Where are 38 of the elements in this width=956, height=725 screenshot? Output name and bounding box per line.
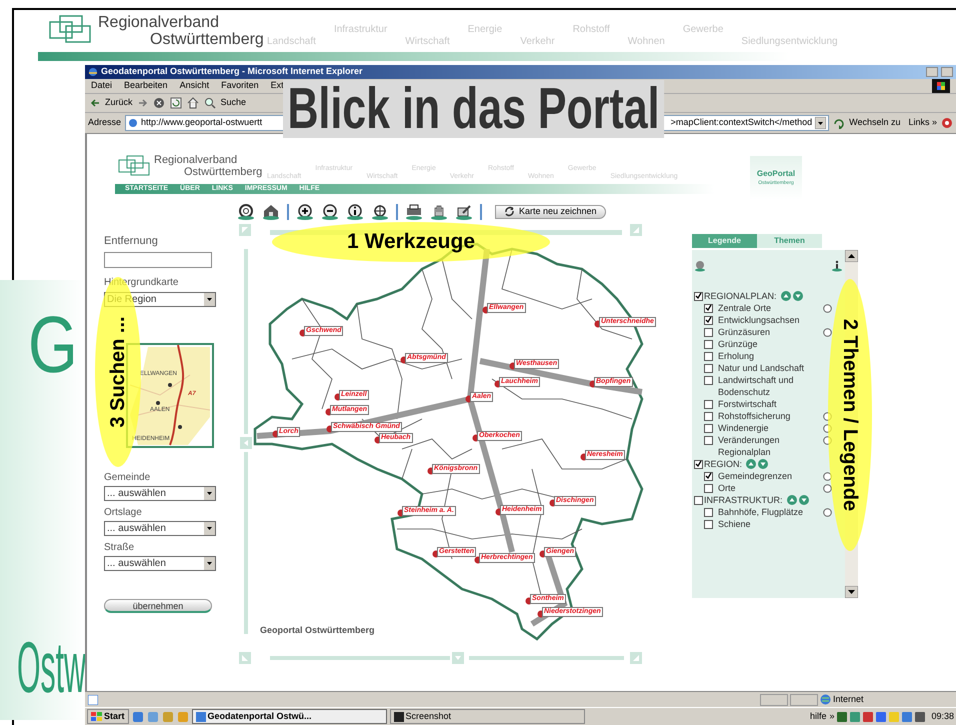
layer-label: Bahnhöfe, Flugplätze bbox=[718, 506, 804, 518]
window-title: Geodatenportal Ostwürttemberg - Microsoft Internet Explorer bbox=[101, 65, 363, 78]
layer-label: Rohstoffsicherung bbox=[718, 410, 792, 422]
url-text: http://www.geoportal-ostwuertt bbox=[141, 116, 262, 130]
group-label: REGION: bbox=[704, 458, 742, 470]
layer-label: Erholung bbox=[718, 350, 756, 362]
layer-label: Windenergie bbox=[718, 422, 770, 434]
background-text: Ostw bbox=[17, 632, 86, 704]
group-label: INFRASTRUKTUR: bbox=[704, 494, 782, 506]
logo-text: Regionalverband bbox=[98, 14, 220, 31]
background-text: G bbox=[28, 305, 78, 385]
field-label: Entfernung bbox=[104, 234, 159, 249]
layer-label: Orte bbox=[718, 482, 737, 494]
title-tooltip: Blick in das Portal bbox=[283, 80, 664, 138]
layer-label: Natur und Landschaft bbox=[718, 362, 806, 374]
layer-label: Gemeindegrenzen bbox=[718, 470, 794, 482]
badge-title: GeoPortal bbox=[756, 168, 796, 180]
group-label: REGIONALPLAN: bbox=[704, 290, 777, 302]
logo-text: Ostwürttemberg bbox=[184, 166, 262, 178]
layer-label: Zentrale Orte bbox=[718, 302, 772, 314]
address-label: Adresse bbox=[88, 116, 122, 130]
field-label: Ortslage bbox=[104, 506, 143, 520]
layer-label: Schiene bbox=[718, 518, 752, 530]
clock: 09:38 bbox=[931, 710, 954, 723]
field-label: Straße bbox=[104, 540, 136, 554]
map-caption: Geoportal Ostwürttemberg bbox=[260, 624, 375, 637]
toolbar-label: hilfe bbox=[810, 710, 826, 723]
status-text: Internet bbox=[833, 692, 865, 706]
layer-label: Grünzäsuren bbox=[718, 326, 772, 338]
layer-label: Veränderungen Regionalplan bbox=[718, 434, 781, 458]
logo-text: Regionalverband bbox=[154, 154, 238, 166]
field-label: Gemeinde bbox=[104, 470, 152, 484]
logo-text: Ostwürttemberg bbox=[150, 31, 264, 48]
layer-label: Entwicklungsachsen bbox=[718, 314, 801, 326]
layer-label: Forstwirtschaft bbox=[718, 398, 778, 410]
layer-label: Grünzüge bbox=[718, 338, 759, 350]
url-text: >mapClient:contextSwitch</method bbox=[670, 116, 812, 130]
layer-label: Landwirtschaft und Bodenschutz bbox=[718, 374, 795, 398]
